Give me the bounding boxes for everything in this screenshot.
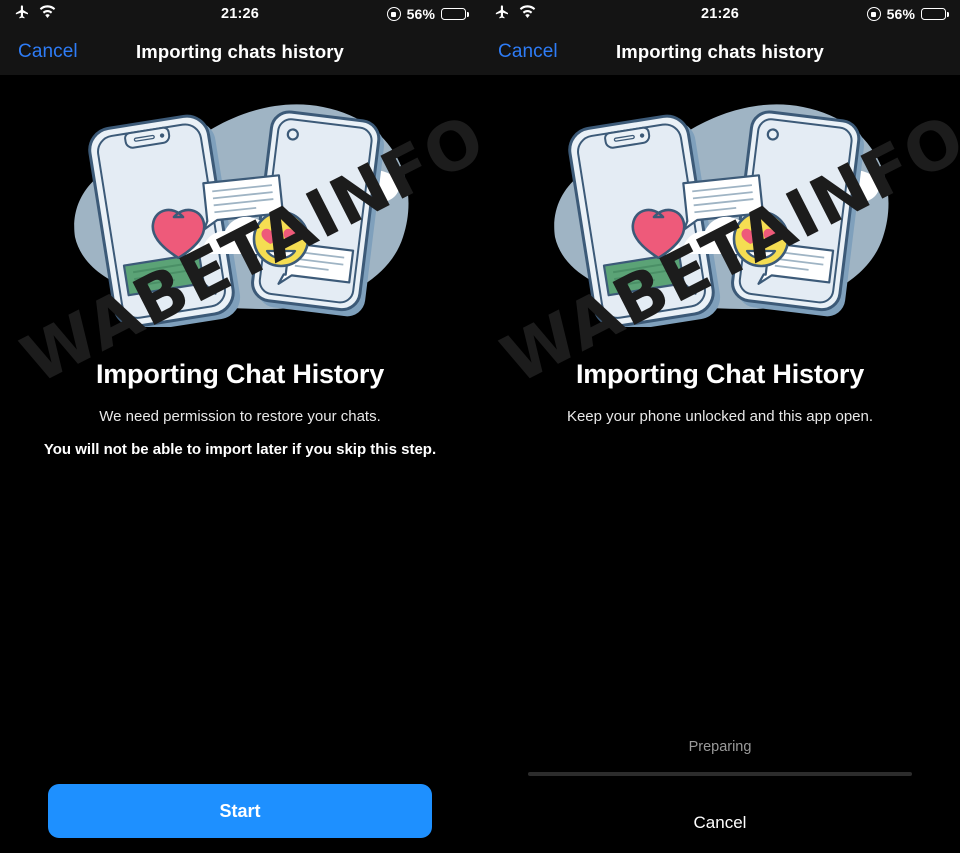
page-title: Importing Chat History xyxy=(95,359,385,389)
left-phone-screen: 21:26 56% Cancel Importing chats history xyxy=(0,0,480,853)
illustration-container-left xyxy=(0,87,480,337)
page-title: Importing Chat History xyxy=(575,359,865,389)
right-phone-screen: 21:26 56% Cancel Importing chats history xyxy=(480,0,960,853)
status-bar-left: 21:26 56% xyxy=(0,0,480,28)
two-phones-chat-sync-illustration xyxy=(554,104,889,327)
battery-percent-label: 56% xyxy=(406,6,435,22)
start-button[interactable]: Start xyxy=(48,784,432,838)
left-content: Importing Chat History We need permissio… xyxy=(0,87,480,853)
illustration-container-right xyxy=(480,87,960,337)
wifi-icon xyxy=(519,4,536,24)
battery-icon xyxy=(441,7,469,21)
battery-icon xyxy=(921,7,949,21)
status-bar-left-icons xyxy=(14,4,56,25)
import-progress-bar xyxy=(528,772,912,776)
status-bar-right-icons: 56% xyxy=(866,6,949,22)
airplane-mode-icon xyxy=(494,4,510,25)
status-bar-right-icons: 56% xyxy=(386,6,469,22)
status-bar-left-icons xyxy=(494,4,536,25)
cancel-import-button[interactable]: Cancel xyxy=(480,813,960,833)
wifi-icon xyxy=(39,4,56,24)
status-bar-right: 21:26 56% xyxy=(480,0,960,28)
low-power-mode-icon xyxy=(866,7,881,21)
nav-cancel-button[interactable]: Cancel xyxy=(498,41,558,63)
warning-text: You will not be able to import later if … xyxy=(43,441,437,458)
low-power-mode-icon xyxy=(386,7,401,21)
nav-bar-right: Cancel Importing chats history xyxy=(480,28,960,75)
page-subtitle: We need permission to restore your chats… xyxy=(99,408,381,425)
two-phones-chat-sync-illustration xyxy=(74,104,409,327)
dual-screenshot-comparison: 21:26 56% Cancel Importing chats history xyxy=(0,0,960,853)
battery-percent-label: 56% xyxy=(886,6,915,22)
nav-cancel-button[interactable]: Cancel xyxy=(18,41,78,63)
nav-bar-left: Cancel Importing chats history xyxy=(0,28,480,75)
airplane-mode-icon xyxy=(14,4,30,25)
progress-status-label: Preparing xyxy=(688,739,752,755)
right-content: Importing Chat History Keep your phone u… xyxy=(480,87,960,853)
page-subtitle: Keep your phone unlocked and this app op… xyxy=(566,408,874,425)
